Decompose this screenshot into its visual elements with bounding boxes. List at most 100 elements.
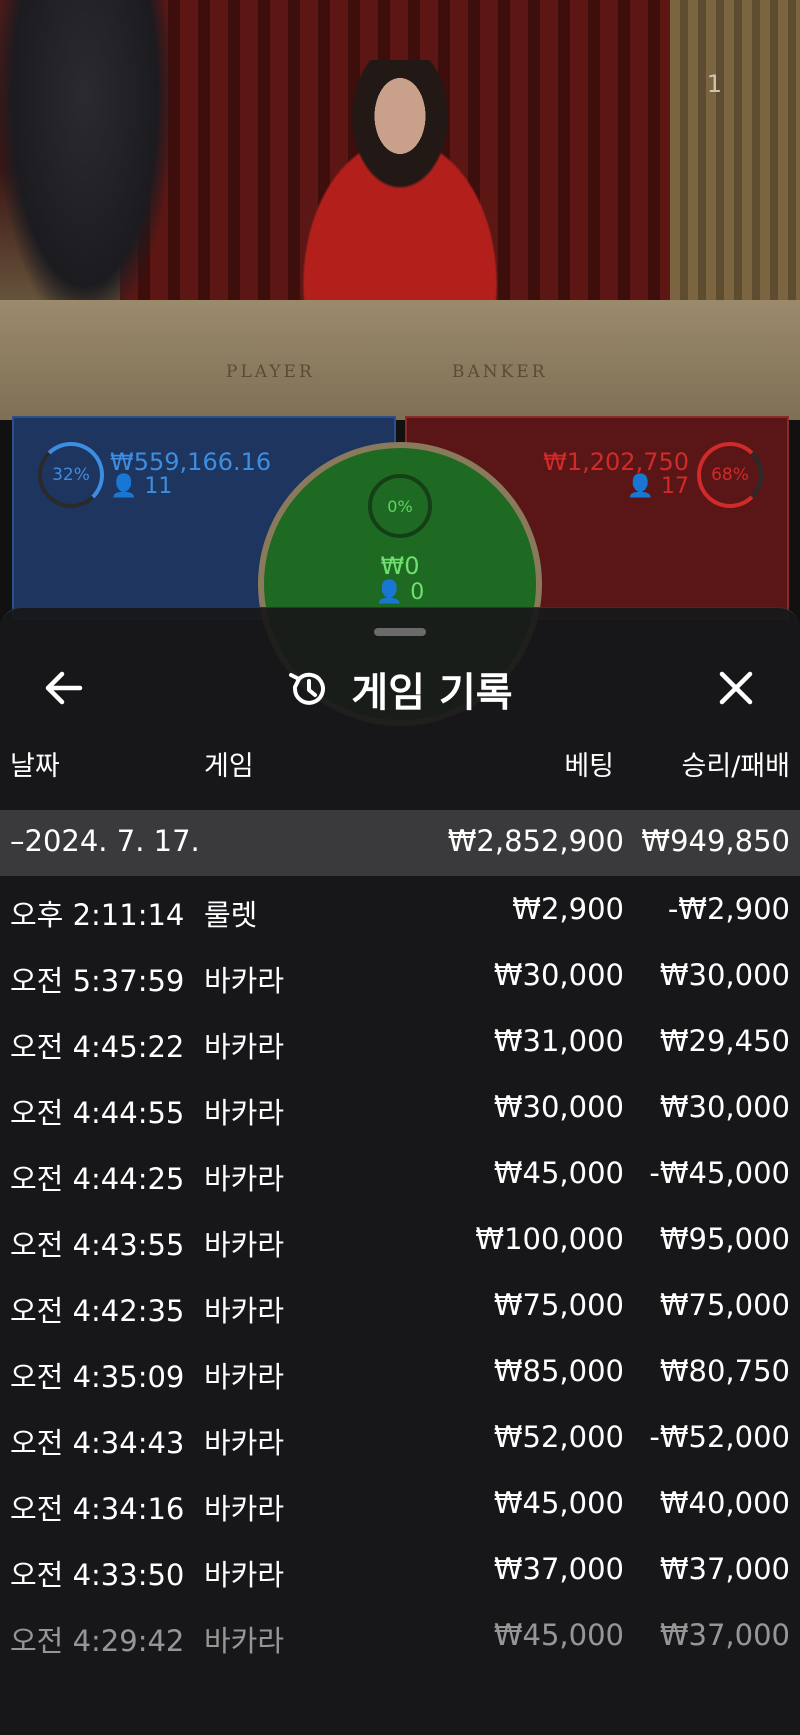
player-count-value: 11	[144, 474, 173, 499]
player-percent-ring: 32%	[38, 442, 104, 508]
row-game: 바카라	[204, 1030, 285, 1064]
game-history-sheet: 게임 기록 날짜 게임 베팅 승리/패배 –2024. 7. 17. ₩2,85…	[0, 607, 800, 1735]
history-icon	[289, 672, 326, 705]
player-bet-amount: ₩559,166.16	[110, 448, 272, 476]
row-bet: ₩52,000	[493, 1420, 624, 1454]
decor-screen	[670, 0, 800, 320]
table-row[interactable]: 오전 4:35:09 바카라 ₩85,000 ₩80,750	[0, 1340, 800, 1406]
tie-percent-ring: 0%	[368, 474, 432, 538]
row-time: 오전 5:37:59	[10, 964, 185, 998]
row-time: 오전 4:44:55	[10, 1096, 185, 1130]
row-result: ₩29,450	[659, 1024, 790, 1058]
player-bettor-count: 👤 11	[110, 474, 172, 499]
close-icon	[719, 671, 753, 705]
page-title: 게임 기록	[351, 670, 513, 716]
row-time: 오전 4:34:43	[10, 1426, 185, 1460]
tie-bettor-count: 👤 0	[264, 580, 536, 605]
row-bet: ₩37,000	[493, 1552, 624, 1586]
user-icon: 👤	[110, 474, 138, 499]
table-row[interactable]: 오전 4:33:50 바카라 ₩37,000 ₩37,000	[0, 1538, 800, 1604]
user-icon: 👤	[375, 580, 404, 605]
row-bet: ₩100,000	[475, 1222, 624, 1256]
row-result: ₩95,000	[659, 1222, 790, 1256]
row-game: 바카라	[204, 964, 285, 998]
column-header-game: 게임	[204, 751, 254, 782]
row-game: 바카라	[204, 1426, 285, 1460]
table-label-player: PLAYER	[226, 362, 315, 382]
row-bet: ₩45,000	[493, 1156, 624, 1190]
row-result: ₩37,000	[659, 1552, 790, 1586]
row-result: ₩30,000	[659, 1090, 790, 1124]
row-bet: ₩31,000	[493, 1024, 624, 1058]
drag-handle[interactable]	[374, 628, 426, 636]
row-result: ₩40,000	[659, 1486, 790, 1520]
user-icon: 👤	[626, 474, 654, 499]
row-bet: ₩30,000	[493, 1090, 624, 1124]
banker-bet-amount: ₩1,202,750	[543, 448, 689, 476]
row-result: ₩80,750	[659, 1354, 790, 1388]
table-row[interactable]: 오전 4:43:55 바카라 ₩100,000 ₩95,000	[0, 1208, 800, 1274]
dealer	[250, 60, 550, 340]
row-result: -₩52,000	[649, 1420, 790, 1454]
row-game: 바카라	[204, 1624, 285, 1658]
column-header-date: 날짜	[10, 751, 60, 782]
tie-bet-amount: ₩0	[380, 552, 420, 580]
row-time: 오전 4:43:55	[10, 1228, 185, 1262]
date-group-result-total: ₩949,850	[641, 824, 790, 858]
table-row[interactable]: 오전 4:42:35 바카라 ₩75,000 ₩75,000	[0, 1274, 800, 1340]
row-game: 바카라	[204, 1492, 285, 1526]
row-bet: ₩30,000	[493, 958, 624, 992]
row-time: 오전 4:44:25	[10, 1162, 185, 1196]
table-row[interactable]: 오전 4:44:55 바카라 ₩30,000 ₩30,000	[0, 1076, 800, 1142]
date-group-row[interactable]: –2024. 7. 17. ₩2,852,900 ₩949,850	[0, 810, 800, 876]
table-header: 날짜 게임 베팅 승리/패배	[0, 744, 800, 784]
live-video-stream: PLAYER BANKER 1	[0, 0, 800, 420]
baccarat-table	[0, 300, 800, 420]
table-row[interactable]: 오전 4:44:25 바카라 ₩45,000 -₩45,000	[0, 1142, 800, 1208]
row-result: ₩37,000	[659, 1618, 790, 1652]
banker-bettor-count: 👤 17	[627, 474, 689, 499]
row-time: 오전 4:33:50	[10, 1558, 185, 1592]
row-bet: ₩45,000	[493, 1486, 624, 1520]
row-game: 바카라	[204, 1096, 285, 1130]
date-group-bet-total: ₩2,852,900	[447, 824, 624, 858]
table-row[interactable]: 오전 4:29:42 바카라 ₩45,000 ₩37,000	[0, 1604, 800, 1670]
table-row[interactable]: 오전 4:34:16 바카라 ₩45,000 ₩40,000	[0, 1472, 800, 1538]
row-bet: ₩75,000	[493, 1288, 624, 1322]
row-bet: ₩45,000	[493, 1618, 624, 1652]
row-game: 바카라	[204, 1294, 285, 1328]
row-game: 바카라	[204, 1558, 285, 1592]
row-result: ₩30,000	[659, 958, 790, 992]
table-row[interactable]: 오전 4:34:43 바카라 ₩52,000 -₩52,000	[0, 1406, 800, 1472]
row-time: 오전 4:45:22	[10, 1030, 185, 1064]
table-label-banker: BANKER	[452, 362, 548, 382]
table-row[interactable]: 오전 5:37:59 바카라 ₩30,000 ₩30,000	[0, 944, 800, 1010]
row-result: ₩75,000	[659, 1288, 790, 1322]
row-game: 바카라	[204, 1360, 285, 1394]
table-row[interactable]: 오전 4:45:22 바카라 ₩31,000 ₩29,450	[0, 1010, 800, 1076]
row-time: 오전 4:42:35	[10, 1294, 185, 1328]
close-button[interactable]	[706, 658, 766, 718]
row-bet: ₩2,900	[512, 892, 624, 926]
column-header-result: 승리/패배	[681, 751, 790, 782]
column-header-bet: 베팅	[564, 751, 614, 782]
row-time: 오후 2:11:14	[10, 898, 185, 932]
banker-percent-ring: 68%	[697, 442, 763, 508]
banker-count-value: 17	[661, 474, 689, 499]
date-group-label: –2024. 7. 17.	[10, 824, 200, 858]
row-time: 오전 4:29:42	[10, 1624, 185, 1658]
row-game: 룰렛	[204, 898, 258, 932]
row-game: 바카라	[204, 1228, 285, 1262]
dealer-assistant	[0, 0, 170, 320]
table-row[interactable]: 오후 2:11:14 룰렛 ₩2,900 -₩2,900	[0, 878, 800, 944]
row-result: -₩2,900	[667, 892, 790, 926]
sheet-header: 게임 기록	[0, 654, 800, 724]
history-list: 오후 2:11:14 룰렛 ₩2,900 -₩2,900 오전 5:37:59 바카라 ₩3…	[0, 878, 800, 1670]
row-time: 오전 4:35:09	[10, 1360, 185, 1394]
row-time: 오전 4:34:16	[10, 1492, 185, 1526]
row-bet: ₩85,000	[493, 1354, 624, 1388]
row-result: -₩45,000	[649, 1156, 790, 1190]
tie-count-value: 0	[410, 580, 425, 605]
stream-number: 1	[706, 70, 722, 98]
row-game: 바카라	[204, 1162, 285, 1196]
